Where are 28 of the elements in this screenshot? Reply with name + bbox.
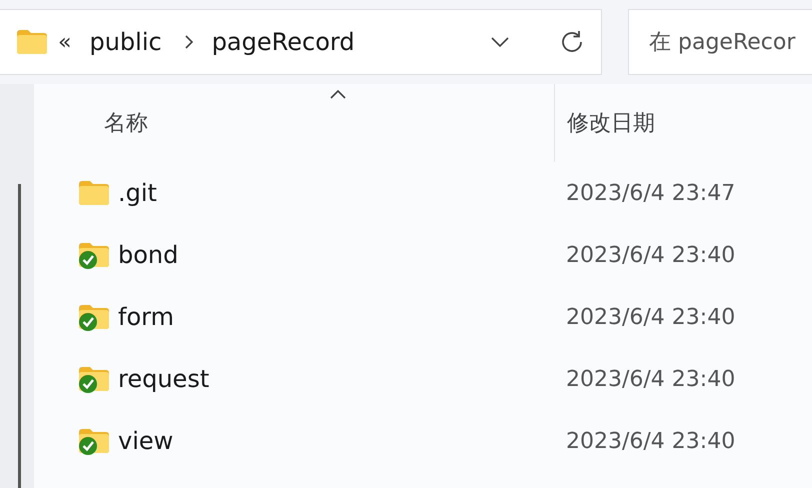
file-name[interactable]: request bbox=[118, 365, 210, 393]
file-name[interactable]: bond bbox=[118, 241, 178, 269]
file-name[interactable]: view bbox=[118, 427, 174, 455]
modified-date: 2023/6/4 23:47 bbox=[565, 180, 736, 206]
breadcrumb-item[interactable]: pageRecord bbox=[212, 28, 355, 56]
chevron-down-icon bbox=[491, 37, 509, 47]
modified-date: 2023/6/4 23:40 bbox=[565, 304, 736, 330]
refresh-button[interactable] bbox=[559, 29, 585, 55]
synced-folder-icon bbox=[78, 364, 110, 394]
modified-date: 2023/6/4 23:40 bbox=[565, 428, 736, 454]
modified-date: 2023/6/4 23:40 bbox=[565, 366, 736, 392]
synced-folder-icon bbox=[78, 240, 110, 270]
dropdown-button[interactable] bbox=[491, 37, 509, 47]
folder-icon bbox=[78, 178, 110, 208]
file-name[interactable]: form bbox=[118, 303, 174, 331]
search-field[interactable]: 在 pageRecor bbox=[628, 9, 812, 75]
synced-folder-icon bbox=[78, 426, 110, 456]
column-header[interactable]: 名称 bbox=[34, 84, 554, 162]
chevron-right-icon bbox=[184, 35, 194, 49]
folder-icon bbox=[16, 27, 48, 57]
breadcrumb-item[interactable]: public bbox=[89, 28, 162, 56]
overflow-chevron[interactable]: « bbox=[58, 30, 72, 54]
column-header[interactable]: 修改日期 bbox=[554, 84, 812, 162]
refresh-icon bbox=[559, 29, 585, 55]
modified-date: 2023/6/4 23:40 bbox=[565, 242, 736, 268]
scrollbar-thumb[interactable] bbox=[18, 184, 21, 488]
synced-folder-icon bbox=[78, 302, 110, 332]
file-name[interactable]: .git bbox=[118, 179, 157, 207]
